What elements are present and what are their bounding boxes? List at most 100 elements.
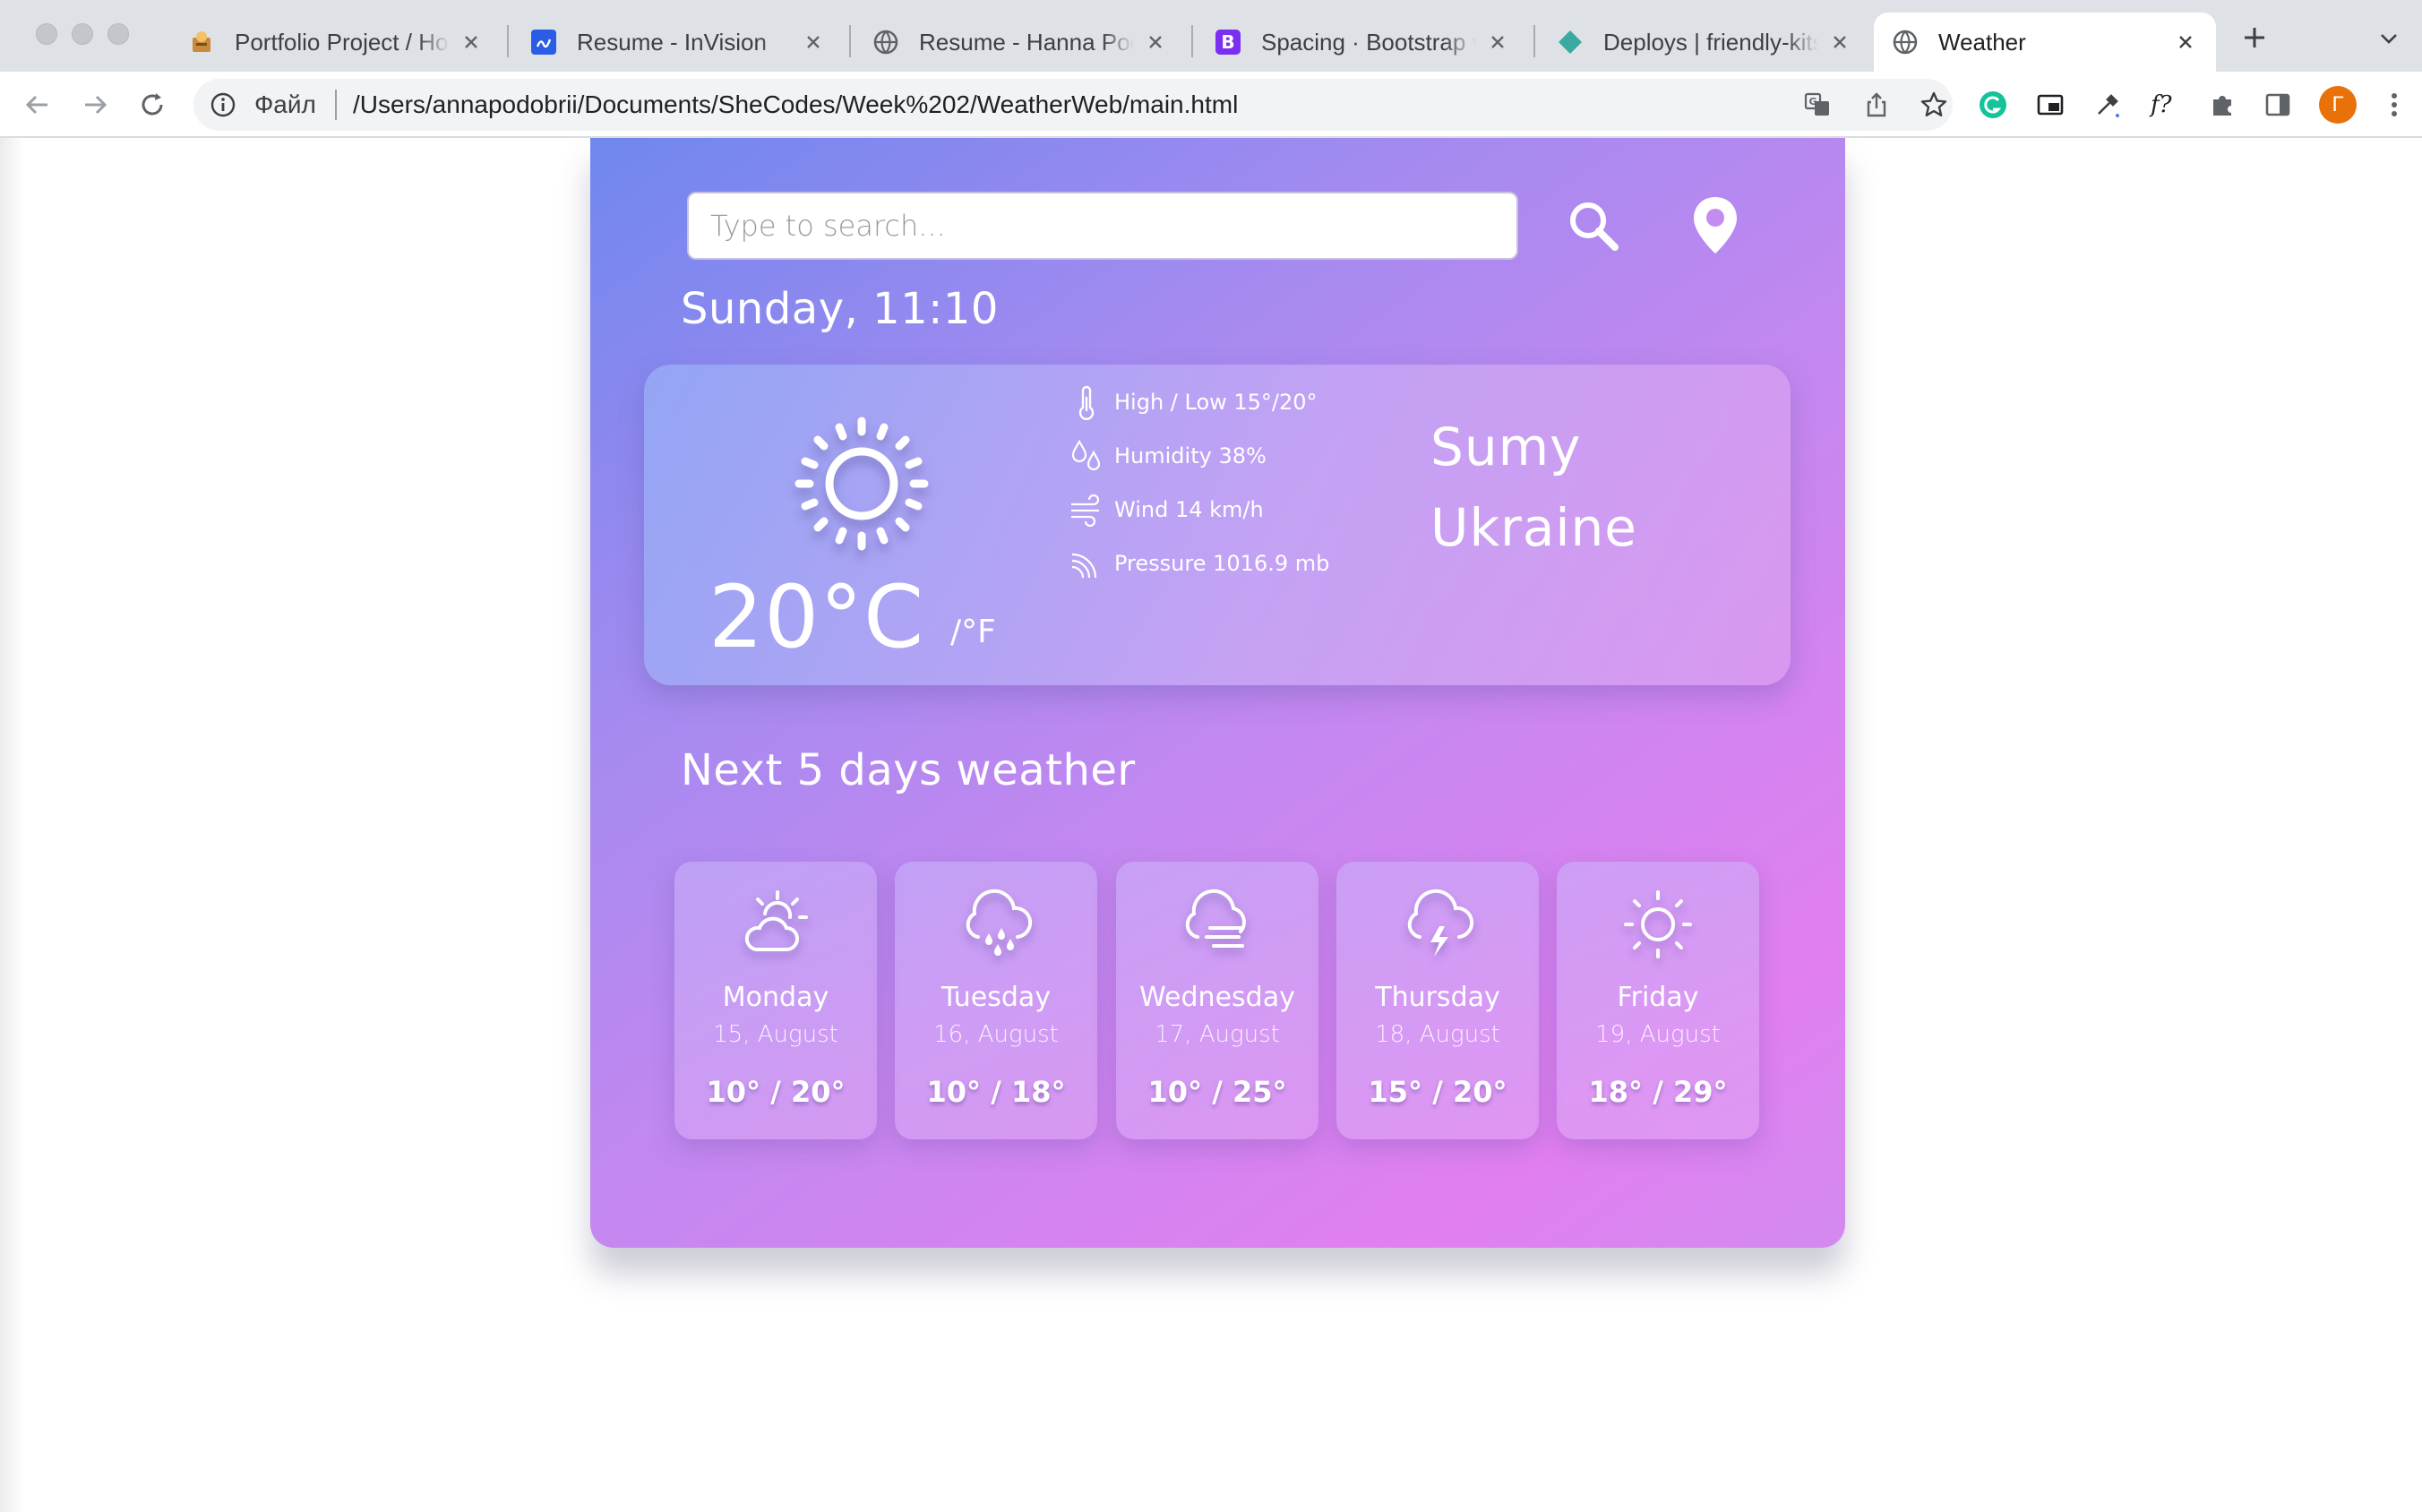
side-panel-icon[interactable] xyxy=(2261,88,2295,122)
current-location-button[interactable] xyxy=(1679,190,1751,262)
new-tab-button[interactable] xyxy=(2237,20,2272,56)
close-icon[interactable] xyxy=(2173,30,2198,55)
portfolio-icon xyxy=(188,29,215,56)
forecast-date: 17, August xyxy=(1155,1021,1280,1048)
high-low-text: High / Low 15°/20° xyxy=(1114,390,1318,415)
weather-app-card: Sunday, 11:10 20°C /°F High / Low 15°/20… xyxy=(590,138,1845,1248)
bookmark-star-icon[interactable] xyxy=(1919,90,1949,120)
tab-search-button[interactable] xyxy=(2375,25,2402,52)
url-text[interactable]: /Users/annapodobrii/Documents/SheCodes/W… xyxy=(353,90,1238,119)
picture-in-picture-icon[interactable] xyxy=(2033,88,2067,122)
forecast-temps: 10° / 18° xyxy=(926,1075,1066,1109)
forecast-day: Friday xyxy=(1617,982,1699,1013)
browser-tab-resume[interactable]: Resume - Hanna Podo xyxy=(855,13,1186,72)
forecast-date: 18, August xyxy=(1375,1021,1500,1048)
city-name: Sumy xyxy=(1430,417,1582,477)
svg-text:f?: f? xyxy=(2149,91,2173,118)
globe-icon xyxy=(872,29,899,56)
window-close-button[interactable] xyxy=(36,23,57,45)
pressure-row: Pressure 1016.9 mb xyxy=(1068,544,1329,583)
address-divider xyxy=(335,90,337,120)
window-minimize-button[interactable] xyxy=(72,23,93,45)
profile-avatar[interactable]: Г xyxy=(2319,86,2357,124)
close-icon[interactable] xyxy=(1827,30,1852,55)
tab-separator xyxy=(849,25,851,57)
forecast-temps: 10° / 25° xyxy=(1147,1075,1287,1109)
browser-tab-portfolio[interactable]: Portfolio Project / Hom xyxy=(170,13,502,72)
page-edge-shade xyxy=(0,138,25,1512)
humidity-text: Humidity 38% xyxy=(1114,443,1267,468)
page-viewport: Sunday, 11:10 20°C /°F High / Low 15°/20… xyxy=(0,138,2422,1512)
forecast-card: Tuesday 16, August 10° / 18° xyxy=(895,862,1097,1139)
close-icon[interactable] xyxy=(459,30,484,55)
thermometer-icon xyxy=(1068,383,1105,421)
wind-icon xyxy=(1068,491,1105,528)
browser-tabstrip: Portfolio Project / Hom Resume - InVisio… xyxy=(0,0,2422,72)
close-icon[interactable] xyxy=(801,30,826,55)
window-zoom-button[interactable] xyxy=(107,23,129,45)
search-icon xyxy=(1570,202,1619,251)
tab-separator xyxy=(507,25,509,57)
bootstrap-icon: B xyxy=(1215,29,1241,56)
tab-title: Spacing · Bootstrap v5 xyxy=(1261,28,1476,56)
forecast-card: Monday 15, August 10° / 20° xyxy=(674,862,877,1139)
browser-tab-invision[interactable]: Resume - InVision xyxy=(512,13,844,72)
scheme-label: Файл xyxy=(254,90,316,118)
pressure-text: Pressure 1016.9 mb xyxy=(1114,551,1330,576)
font-detector-icon[interactable]: f? xyxy=(2148,88,2182,122)
close-icon[interactable] xyxy=(1143,30,1168,55)
forecast-date: 16, August xyxy=(933,1021,1059,1048)
forecast-temps: 15° / 20° xyxy=(1368,1075,1507,1109)
location-pin-icon xyxy=(1694,197,1737,253)
partly-cloudy-icon xyxy=(744,890,808,951)
sun-icon xyxy=(794,417,929,551)
invision-icon xyxy=(530,29,557,56)
wind-text: Wind 14 km/h xyxy=(1114,497,1264,522)
forecast-heading: Next 5 days weather xyxy=(681,745,1136,795)
translate-icon[interactable]: G xyxy=(1802,90,1833,120)
forecast-temps: 10° / 20° xyxy=(706,1075,846,1109)
netlify-icon xyxy=(1557,29,1584,56)
current-datetime: Sunday, 11:10 xyxy=(681,284,999,334)
browser-tab-weather[interactable]: Weather xyxy=(1874,13,2216,72)
svg-text:G: G xyxy=(1808,96,1816,107)
wind-row: Wind 14 km/h xyxy=(1068,490,1264,529)
search-button[interactable] xyxy=(1558,190,1629,262)
rain-cloud-icon xyxy=(966,889,1033,956)
svg-text:B: B xyxy=(1221,31,1234,53)
globe-icon xyxy=(1892,29,1919,56)
grammarly-icon[interactable] xyxy=(1976,88,2010,122)
fahrenheit-toggle[interactable]: /°F xyxy=(950,614,996,650)
forecast-date: 15, August xyxy=(713,1021,838,1048)
tab-title: Deploys | friendly-kits xyxy=(1603,28,1818,56)
forecast-day: Wednesday xyxy=(1139,982,1295,1013)
fog-cloud-icon xyxy=(1185,889,1246,948)
reload-button[interactable] xyxy=(134,87,170,123)
thunder-cloud-icon xyxy=(1407,889,1474,957)
humidity-drops-icon xyxy=(1068,437,1105,475)
forecast-card: Thursday 18, August 15° / 20° xyxy=(1336,862,1539,1139)
close-icon[interactable] xyxy=(1485,30,1510,55)
browser-tab-bootstrap[interactable]: B Spacing · Bootstrap v5 xyxy=(1197,13,1528,72)
extensions-puzzle-icon[interactable] xyxy=(2205,88,2239,122)
forward-button[interactable] xyxy=(77,87,113,123)
color-picker-icon[interactable] xyxy=(2091,88,2125,122)
browser-toolbar: Файл /Users/annapodobrii/Documents/SheCo… xyxy=(0,72,2422,138)
city-search-input[interactable] xyxy=(687,192,1518,260)
high-low-row: High / Low 15°/20° xyxy=(1068,382,1318,422)
info-icon[interactable] xyxy=(210,91,236,118)
address-bar[interactable]: Файл /Users/annapodobrii/Documents/SheCo… xyxy=(193,79,1953,131)
browser-tab-deploys[interactable]: Deploys | friendly-kits xyxy=(1539,13,1870,72)
tab-separator xyxy=(1533,25,1535,57)
menu-kebab-icon[interactable] xyxy=(2377,88,2411,122)
forecast-card: Wednesday 17, August 10° / 25° xyxy=(1116,862,1318,1139)
tab-title: Weather xyxy=(1938,28,2026,56)
tab-title: Resume - InVision xyxy=(577,28,767,56)
forecast-date: 19, August xyxy=(1595,1021,1721,1048)
forecast-day: Thursday xyxy=(1375,982,1500,1013)
share-icon[interactable] xyxy=(1861,90,1892,120)
current-weather-panel: 20°C /°F High / Low 15°/20° Humidity 38%… xyxy=(644,365,1791,685)
tab-separator xyxy=(1191,25,1193,57)
back-button[interactable] xyxy=(20,87,56,123)
tab-title: Portfolio Project / Hom xyxy=(235,28,450,56)
